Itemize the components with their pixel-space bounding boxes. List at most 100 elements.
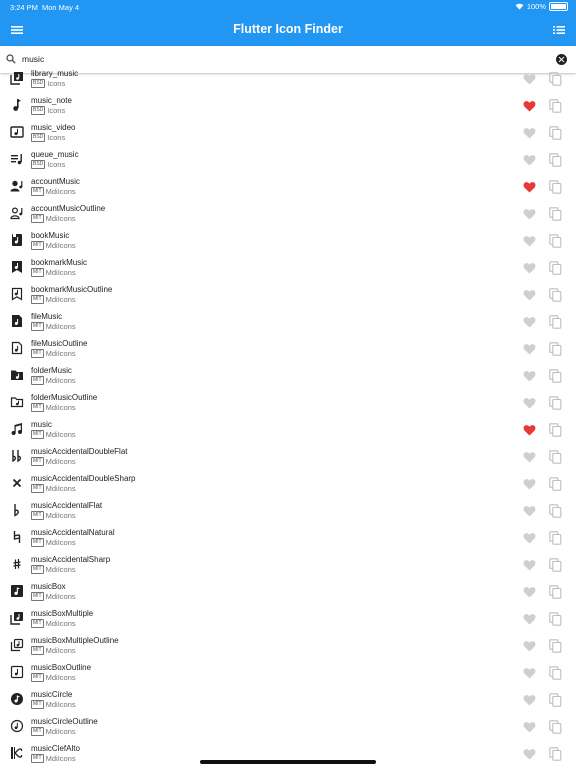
- icon-source: BSD Icons: [31, 133, 65, 142]
- license-badge: MIT: [31, 565, 44, 574]
- battery-percent: 100%: [526, 2, 546, 11]
- heart-icon[interactable]: [523, 559, 536, 571]
- heart-icon[interactable]: [523, 640, 536, 652]
- icon-name: bookmarkMusicOutline: [31, 285, 113, 294]
- list-item[interactable]: musicAccidentalNatural MIT MdiIcons: [0, 523, 576, 550]
- license-badge: MIT: [31, 538, 44, 547]
- heart-icon[interactable]: [523, 451, 536, 463]
- heart-icon[interactable]: [523, 505, 536, 517]
- list-item[interactable]: folderMusicOutline MIT MdiIcons: [0, 388, 576, 415]
- license-badge: MIT: [31, 187, 44, 196]
- copy-icon[interactable]: [549, 342, 562, 356]
- copy-icon[interactable]: [549, 450, 562, 464]
- heart-icon[interactable]: [523, 370, 536, 382]
- music-box-icon: [11, 585, 23, 597]
- list-item[interactable]: fileMusicOutline MIT MdiIcons: [0, 334, 576, 361]
- license-badge: MIT: [31, 484, 44, 493]
- list-item[interactable]: musicBoxMultiple MIT MdiIcons: [0, 604, 576, 631]
- copy-icon[interactable]: [549, 558, 562, 572]
- icon-pack: Icons: [47, 133, 66, 142]
- icon-name: fileMusic: [31, 312, 63, 321]
- heart-icon[interactable]: [523, 667, 536, 679]
- list-item[interactable]: musicCircleOutline MIT MdiIcons: [0, 712, 576, 739]
- copy-icon[interactable]: [549, 504, 562, 518]
- copy-icon[interactable]: [549, 153, 562, 167]
- copy-icon[interactable]: [549, 396, 562, 410]
- list-item[interactable]: fileMusic MIT MdiIcons: [0, 307, 576, 334]
- status-right: 100%: [515, 2, 568, 11]
- list-item[interactable]: folderMusic MIT MdiIcons: [0, 361, 576, 388]
- heart-icon[interactable]: [523, 316, 536, 328]
- heart-icon[interactable]: [523, 100, 536, 112]
- heart-icon[interactable]: [523, 721, 536, 733]
- list-item[interactable]: musicBoxMultipleOutline MIT MdiIcons: [0, 631, 576, 658]
- heart-icon[interactable]: [523, 235, 536, 247]
- copy-icon[interactable]: [549, 585, 562, 599]
- list-item[interactable]: bookMusic MIT MdiIcons: [0, 226, 576, 253]
- copy-icon[interactable]: [549, 666, 562, 680]
- list-item[interactable]: library_music BSD Icons: [0, 64, 576, 91]
- heart-icon[interactable]: [523, 181, 536, 193]
- heart-icon[interactable]: [523, 397, 536, 409]
- list-item[interactable]: music_note BSD Icons: [0, 91, 576, 118]
- list-view-icon[interactable]: [552, 23, 566, 37]
- heart-icon[interactable]: [523, 478, 536, 490]
- list-item[interactable]: musicAccidentalDoubleSharp MIT MdiIcons: [0, 469, 576, 496]
- license-badge: MIT: [31, 376, 44, 385]
- copy-icon[interactable]: [549, 207, 562, 221]
- icon-pack: MdiIcons: [45, 295, 76, 304]
- copy-icon[interactable]: [549, 315, 562, 329]
- heart-icon[interactable]: [523, 748, 536, 760]
- list-item[interactable]: queue_music BSD Icons: [0, 145, 576, 172]
- list-item[interactable]: musicBoxOutline MIT MdiIcons: [0, 658, 576, 685]
- copy-icon[interactable]: [549, 612, 562, 626]
- heart-icon[interactable]: [523, 586, 536, 598]
- list-item[interactable]: musicBox MIT MdiIcons: [0, 577, 576, 604]
- copy-icon[interactable]: [549, 369, 562, 383]
- copy-icon[interactable]: [549, 72, 562, 86]
- list-item[interactable]: musicAccidentalSharp MIT MdiIcons: [0, 550, 576, 577]
- heart-icon[interactable]: [523, 154, 536, 166]
- heart-icon[interactable]: [523, 424, 536, 436]
- heart-icon[interactable]: [523, 73, 536, 85]
- license-badge: BSD: [31, 160, 46, 169]
- copy-icon[interactable]: [549, 531, 562, 545]
- list-item[interactable]: music MIT MdiIcons: [0, 415, 576, 442]
- heart-icon[interactable]: [523, 289, 536, 301]
- icon-source: MIT MdiIcons: [31, 511, 76, 520]
- copy-icon[interactable]: [549, 720, 562, 734]
- icon-name: bookMusic: [31, 231, 70, 240]
- list-item[interactable]: bookmarkMusic MIT MdiIcons: [0, 253, 576, 280]
- heart-icon[interactable]: [523, 613, 536, 625]
- license-badge: BSD: [31, 133, 46, 142]
- icon-source: MIT MdiIcons: [31, 187, 76, 196]
- copy-icon[interactable]: [549, 747, 562, 761]
- copy-icon[interactable]: [549, 639, 562, 653]
- list-item[interactable]: music_video BSD Icons: [0, 118, 576, 145]
- heart-icon[interactable]: [523, 208, 536, 220]
- copy-icon[interactable]: [549, 99, 562, 113]
- heart-icon[interactable]: [523, 262, 536, 274]
- list-item[interactable]: musicAccidentalFlat MIT MdiIcons: [0, 496, 576, 523]
- list-item[interactable]: accountMusicOutline MIT MdiIcons: [0, 199, 576, 226]
- heart-icon[interactable]: [523, 532, 536, 544]
- copy-icon[interactable]: [549, 693, 562, 707]
- list-item[interactable]: bookmarkMusicOutline MIT MdiIcons: [0, 280, 576, 307]
- heart-icon[interactable]: [523, 127, 536, 139]
- copy-icon[interactable]: [549, 477, 562, 491]
- list-item[interactable]: musicCircle MIT MdiIcons: [0, 685, 576, 712]
- copy-icon[interactable]: [549, 261, 562, 275]
- double-flat-icon: [12, 450, 22, 463]
- copy-icon[interactable]: [549, 180, 562, 194]
- list-item[interactable]: musicAccidentalDoubleFlat MIT MdiIcons: [0, 442, 576, 469]
- icon-pack: MdiIcons: [45, 592, 76, 601]
- list-item[interactable]: accountMusic MIT MdiIcons: [0, 172, 576, 199]
- copy-icon[interactable]: [549, 288, 562, 302]
- copy-icon[interactable]: [549, 126, 562, 140]
- icon-source: MIT MdiIcons: [31, 268, 76, 277]
- copy-icon[interactable]: [549, 423, 562, 437]
- heart-icon[interactable]: [523, 343, 536, 355]
- copy-icon[interactable]: [549, 234, 562, 248]
- license-badge: BSD: [31, 79, 46, 88]
- heart-icon[interactable]: [523, 694, 536, 706]
